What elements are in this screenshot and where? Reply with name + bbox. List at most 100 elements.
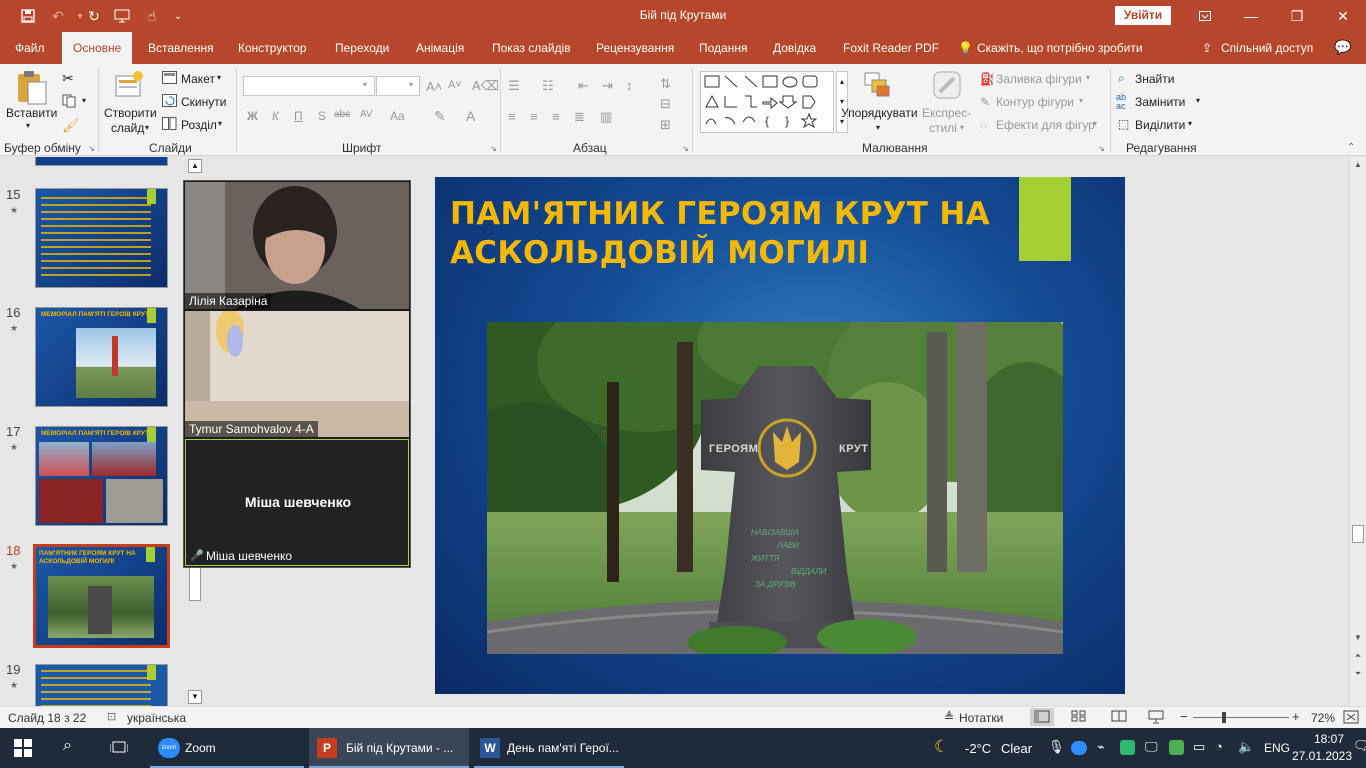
tab-slideshow[interactable]: Показ слайдів (492, 41, 571, 55)
slide-title[interactable]: ПАМ'ЯТНИК ГЕРОЯМ КРУТ НА АСКОЛЬДОВІЙ МОГ… (450, 195, 1010, 273)
columns-icon[interactable]: ▥ (600, 109, 612, 125)
battery-icon[interactable]: ▭ (1193, 739, 1205, 755)
weather-temperature[interactable]: -2°C (965, 741, 991, 756)
clipboard-launcher-icon[interactable]: ↘ (88, 144, 95, 153)
justify-icon[interactable]: ≣ (574, 109, 585, 125)
participant-video-2[interactable]: Tymur Samohvalov 4-A (185, 311, 409, 437)
format-painter-icon[interactable]: 🖌 (62, 117, 80, 134)
signin-button[interactable]: Увійти (1115, 6, 1171, 25)
reading-view-icon[interactable] (1111, 710, 1127, 725)
comments-icon[interactable]: 💬 (1334, 39, 1351, 56)
font-name-box[interactable] (243, 76, 375, 96)
scroll-thumb[interactable] (1352, 525, 1364, 543)
shape-outline-dropdown-icon[interactable]: ▾ (1079, 96, 1083, 105)
change-case-button[interactable]: Aa (390, 109, 405, 123)
thumbnail-14-partial[interactable] (35, 157, 168, 166)
find-button[interactable]: Знайти (1135, 72, 1174, 86)
taskbar-app-powerpoint[interactable]: P Бій під Крутами - ... (309, 728, 469, 768)
align-left-icon[interactable]: ≡ (508, 109, 516, 124)
bullets-icon[interactable]: ☰ (508, 78, 520, 94)
new-slide-dropdown-icon[interactable]: ▾ (145, 123, 149, 132)
tell-me-search[interactable]: Скажіть, що потрібно зробити (977, 41, 1143, 55)
section-dropdown-icon[interactable]: ▾ (218, 119, 222, 128)
shape-effects-button[interactable]: Ефекти для фігур (996, 118, 1095, 132)
tab-home[interactable]: Основне (62, 32, 133, 64)
section-button[interactable]: Розділ (181, 118, 217, 132)
tab-help[interactable]: Довідка (773, 41, 816, 55)
cut-icon[interactable]: ✂ (62, 70, 74, 87)
collapse-ribbon-icon[interactable]: ⌃ (1347, 142, 1355, 153)
replace-dropdown-icon[interactable]: ▾ (1196, 96, 1200, 105)
thumbnail-19[interactable] (35, 664, 168, 706)
participant-video-3[interactable]: Міша шевченко 🎤 Міша шевченко (185, 439, 409, 566)
font-color-icon[interactable]: A (466, 108, 475, 124)
layout-button[interactable]: Макет (181, 72, 215, 86)
bold-button[interactable]: Ж (247, 109, 258, 123)
strikethrough-button[interactable]: abc (334, 109, 350, 120)
tab-foxit[interactable]: Foxit Reader PDF (843, 41, 939, 55)
zoom-level[interactable]: 72% (1311, 711, 1335, 725)
next-slide-icon[interactable]: ⏷ (1352, 669, 1364, 681)
task-view-icon[interactable] (109, 740, 129, 759)
zoom-tray-icon[interactable] (1071, 741, 1087, 755)
app-tray-icon[interactable] (1120, 740, 1135, 755)
share-button[interactable]: Спільний доступ (1221, 41, 1313, 55)
select-dropdown-icon[interactable]: ▾ (1188, 119, 1192, 128)
paragraph-launcher-icon[interactable]: ↘ (682, 144, 689, 153)
highlight-color-icon[interactable]: ✎ (434, 108, 446, 125)
search-icon[interactable]: ⌕ (63, 737, 72, 755)
font-launcher-icon[interactable]: ↘ (490, 144, 497, 153)
smartart-icon[interactable]: ⊞ (660, 117, 671, 133)
wifi-icon[interactable]: ◔ (1215, 739, 1223, 754)
screen-share-icon[interactable]: 🖵 (1145, 739, 1158, 755)
ribbon-display-options-icon[interactable] (1182, 0, 1228, 32)
line-spacing-icon[interactable]: ↕ (626, 78, 633, 93)
usb-icon[interactable]: ⌁ (1097, 739, 1105, 755)
decrease-font-icon[interactable]: A˅ (448, 79, 462, 91)
security-tray-icon[interactable] (1169, 740, 1184, 755)
clock-date[interactable]: 27.01.2023 (1287, 749, 1357, 763)
align-right-icon[interactable]: ≡ (552, 109, 560, 124)
quick-styles-button[interactable]: Експрес- (922, 106, 971, 120)
clear-formatting-icon[interactable]: A⌫ (472, 78, 499, 94)
notes-button[interactable]: Нотатки (959, 711, 1003, 725)
taskbar-app-zoom[interactable]: zoom Zoom (150, 728, 304, 768)
zoom-in-button[interactable]: + (1292, 709, 1300, 724)
restore-button[interactable]: ❐ (1274, 0, 1320, 32)
shape-outline-button[interactable]: Контур фігури (996, 95, 1074, 109)
shapes-gallery[interactable]: { } (700, 71, 834, 133)
scroll-up-icon[interactable]: ▲ (1352, 160, 1364, 172)
italic-button[interactable]: К (272, 109, 279, 123)
language-indicator[interactable]: українська (127, 711, 186, 725)
align-center-icon[interactable]: ≡ (530, 109, 538, 124)
microphone-icon[interactable]: 🎙 (1048, 739, 1065, 755)
character-spacing-button[interactable]: AV (360, 109, 373, 120)
scroll-down-icon[interactable]: ▼ (188, 690, 202, 704)
scroll-up-icon[interactable]: ▲ (188, 159, 202, 173)
thumbnail-15[interactable] (35, 188, 168, 288)
share-icon[interactable]: ⇪ (1202, 41, 1212, 55)
paste-icon[interactable] (14, 70, 48, 109)
thumbnail-16[interactable]: МЕМОРІАЛ ПАМ'ЯТІ ГЕРОЇВ КРУТ (35, 307, 168, 407)
paste-button[interactable]: Вставити (6, 106, 57, 120)
notes-icon[interactable]: ≜ (944, 710, 954, 724)
tab-file[interactable]: Файл (15, 41, 45, 55)
quick-styles-dropdown-icon[interactable]: ▾ (960, 123, 964, 132)
zoom-slider-thumb[interactable] (1222, 712, 1226, 723)
font-size-box[interactable] (376, 76, 420, 96)
volume-icon[interactable]: 🔈 (1238, 739, 1254, 755)
thumbnail-18-selected[interactable]: ПАМ'ЯТНИК ГЕРОЯМ КРУТ НА АСКОЛЬДОВІЙ МОГ… (33, 544, 170, 648)
shadow-button[interactable]: S (318, 109, 326, 123)
replace-button[interactable]: Замінити (1135, 95, 1185, 109)
previous-slide-icon[interactable]: ⏶ (1352, 651, 1364, 663)
layout-dropdown-icon[interactable]: ▾ (217, 73, 221, 82)
zoom-slider[interactable] (1193, 717, 1289, 718)
align-text-icon[interactable]: ⊟ (660, 96, 671, 112)
font-name-dropdown-icon[interactable]: ▾ (363, 80, 367, 89)
participant-video-1[interactable]: Лілія Казаріна (185, 182, 409, 309)
shape-fill-button[interactable]: Заливка фігури (996, 72, 1082, 86)
weather-condition[interactable]: Clear (1001, 741, 1032, 756)
new-slide-button[interactable]: Створити (104, 106, 157, 120)
scroll-down-icon[interactable]: ▼ (1352, 633, 1364, 645)
close-button[interactable]: ✕ (1320, 0, 1366, 32)
